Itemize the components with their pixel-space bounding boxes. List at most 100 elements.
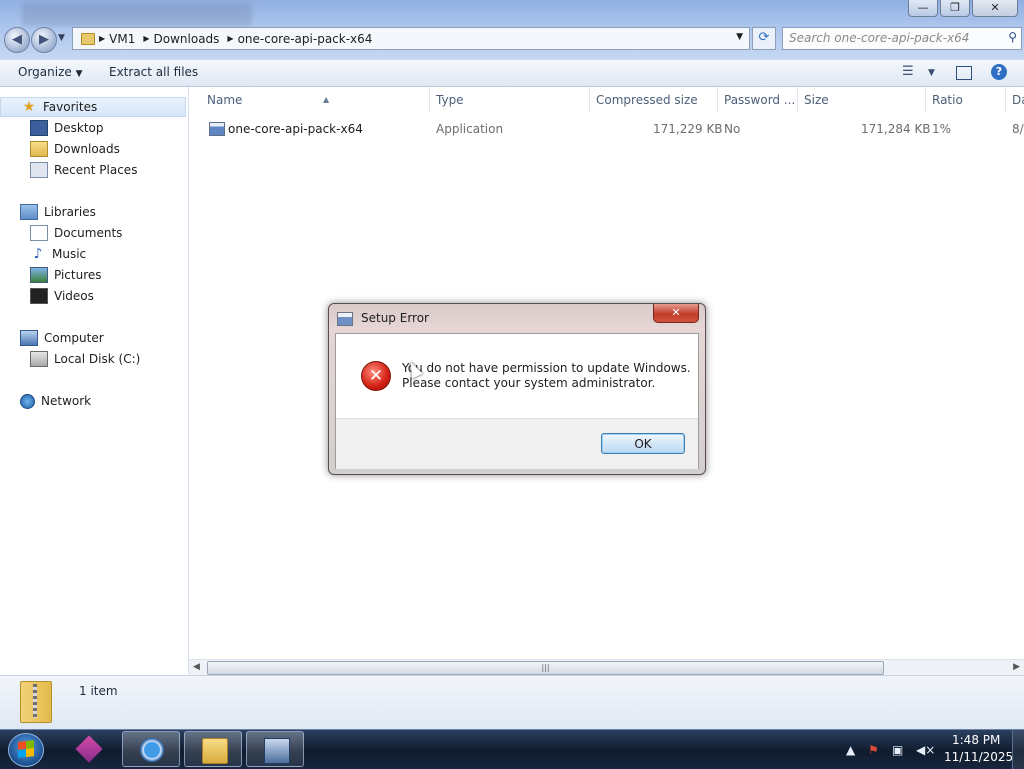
taskbar: ▲ ⚑ ▣ ◀× 1:48 PM 11/11/2025 bbox=[0, 729, 1024, 769]
view-options-dropdown-icon[interactable]: ▼ bbox=[928, 68, 935, 78]
scrollbar-thumb[interactable]: ||| bbox=[207, 661, 884, 675]
back-button[interactable]: ◀ bbox=[4, 27, 30, 53]
error-message-line-1: You do not have permission to update Win… bbox=[402, 361, 691, 375]
column-header-compressed-size[interactable]: Compressed size bbox=[590, 87, 718, 113]
nav-libraries[interactable]: Libraries bbox=[20, 202, 96, 222]
column-header-size[interactable]: Size bbox=[798, 87, 926, 113]
file-type: Application bbox=[436, 122, 504, 136]
nav-network[interactable]: Network bbox=[20, 391, 91, 411]
clock-date[interactable]: 11/11/2025 bbox=[944, 750, 1013, 764]
pictures-icon bbox=[30, 267, 48, 283]
setup-icon bbox=[264, 738, 290, 764]
file-date: 8/ bbox=[1012, 122, 1024, 136]
application-icon bbox=[337, 312, 353, 326]
taskbar-visual-studio[interactable] bbox=[60, 731, 118, 767]
horizontal-scrollbar[interactable]: ◀ ||| ▶ bbox=[189, 659, 1024, 675]
nav-label: Computer bbox=[44, 331, 104, 345]
show-hidden-icons-icon[interactable]: ▲ bbox=[846, 743, 855, 757]
taskbar-internet-explorer[interactable] bbox=[122, 731, 180, 767]
nav-downloads[interactable]: Downloads bbox=[30, 139, 120, 159]
dialog-close-button[interactable]: ✕ bbox=[653, 304, 699, 323]
nav-computer[interactable]: Computer bbox=[20, 328, 104, 348]
nav-desktop[interactable]: Desktop bbox=[30, 118, 104, 138]
error-message-line-2: Please contact your system administrator… bbox=[402, 376, 656, 390]
nav-favorites[interactable]: ★ Favorites bbox=[0, 97, 186, 117]
nav-label: Local Disk (C:) bbox=[54, 352, 141, 366]
taskbar-setup[interactable] bbox=[246, 731, 304, 767]
extract-all-button[interactable]: Extract all files bbox=[109, 65, 198, 79]
zip-folder-icon bbox=[20, 681, 52, 723]
nav-pictures[interactable]: Pictures bbox=[30, 265, 102, 285]
application-icon bbox=[209, 122, 225, 136]
address-bar[interactable]: ▶ VM1 ▶ Downloads ▶ one-core-api-pack-x6… bbox=[72, 27, 750, 50]
address-dropdown-icon[interactable]: ▼ bbox=[736, 32, 743, 42]
recent-places-icon bbox=[30, 162, 48, 178]
nav-local-disk[interactable]: Local Disk (C:) bbox=[30, 349, 140, 369]
item-count: 1 item bbox=[79, 684, 118, 698]
search-box[interactable]: ⚲ bbox=[782, 27, 1022, 50]
star-icon: ★ bbox=[22, 99, 36, 115]
column-header-type[interactable]: Type bbox=[430, 87, 590, 113]
nav-label: Videos bbox=[54, 289, 94, 303]
start-button[interactable] bbox=[8, 733, 44, 767]
preview-pane-icon[interactable] bbox=[956, 66, 972, 80]
search-icon[interactable]: ⚲ bbox=[1008, 30, 1017, 44]
column-header-date[interactable]: Da bbox=[1006, 87, 1024, 113]
dialog-button-area: OK bbox=[336, 418, 698, 469]
command-bar: Organize ▼ Extract all files ☰ ▼ ? bbox=[0, 60, 1024, 87]
breadcrumb-current-folder[interactable]: one-core-api-pack-x64 bbox=[234, 32, 381, 46]
clock-time[interactable]: 1:48 PM bbox=[952, 733, 1000, 747]
ok-button[interactable]: OK bbox=[601, 433, 685, 454]
nav-documents[interactable]: Documents bbox=[30, 223, 122, 243]
network-status-icon[interactable]: ▣ bbox=[892, 743, 903, 757]
column-header-password[interactable]: Password ... bbox=[718, 87, 798, 113]
file-size: 171,284 KB bbox=[861, 122, 931, 136]
minimize-button[interactable]: — bbox=[908, 0, 938, 17]
windows-logo-icon bbox=[18, 740, 34, 758]
nav-label: Music bbox=[52, 247, 87, 261]
breadcrumb-vm1[interactable]: VM1 bbox=[105, 32, 143, 46]
breadcrumb-downloads[interactable]: Downloads bbox=[150, 32, 228, 46]
disk-drive-icon bbox=[30, 351, 48, 367]
table-row[interactable]: one-core-api-pack-x64 Application 171,22… bbox=[189, 119, 1024, 139]
show-desktop-button[interactable] bbox=[1012, 730, 1024, 769]
file-password: No bbox=[724, 122, 741, 136]
nav-music[interactable]: ♪ Music bbox=[30, 244, 87, 264]
nav-label: Desktop bbox=[54, 121, 104, 135]
refresh-button[interactable]: ⟳ bbox=[752, 27, 776, 50]
column-header-name[interactable]: Name ▲ bbox=[201, 87, 430, 113]
organize-button[interactable]: Organize ▼ bbox=[18, 65, 83, 79]
search-input[interactable] bbox=[783, 28, 994, 47]
window-title-blurred bbox=[22, 4, 252, 26]
error-icon: ✕ bbox=[361, 361, 391, 391]
column-header-ratio[interactable]: Ratio bbox=[926, 87, 1006, 113]
forward-button[interactable]: ▶ bbox=[31, 27, 57, 53]
recent-pages-dropdown-icon[interactable]: ▼ bbox=[58, 33, 65, 43]
scroll-left-icon[interactable]: ◀ bbox=[193, 662, 200, 672]
nav-label: Network bbox=[41, 394, 92, 408]
organize-label: Organize bbox=[18, 65, 72, 79]
libraries-icon bbox=[20, 204, 38, 220]
help-icon[interactable]: ? bbox=[991, 64, 1007, 80]
nav-videos[interactable]: Videos bbox=[30, 286, 94, 306]
nav-recent-places[interactable]: Recent Places bbox=[30, 160, 137, 180]
nav-label: Downloads bbox=[54, 142, 120, 156]
music-icon: ♪ bbox=[33, 246, 43, 262]
window-controls: — ❐ ✕ bbox=[906, 0, 1018, 17]
file-name[interactable]: one-core-api-pack-x64 bbox=[228, 122, 363, 136]
downloads-folder-icon bbox=[30, 141, 48, 157]
documents-icon bbox=[30, 225, 48, 241]
scroll-right-icon[interactable]: ▶ bbox=[1013, 662, 1020, 672]
desktop-icon bbox=[30, 120, 48, 136]
file-ratio: 1% bbox=[932, 122, 952, 136]
explorer-titlebar: — ❐ ✕ ◀ ▶ ▼ ▶ VM1 ▶ Downloads ▶ one-core… bbox=[0, 0, 1024, 61]
visual-studio-icon bbox=[75, 735, 103, 763]
close-window-button[interactable]: ✕ bbox=[972, 0, 1018, 17]
network-icon bbox=[20, 393, 35, 409]
volume-muted-icon[interactable]: ◀× bbox=[916, 743, 935, 757]
taskbar-windows-explorer[interactable] bbox=[184, 731, 242, 767]
action-center-icon[interactable]: ⚑ bbox=[868, 743, 879, 757]
maximize-button[interactable]: ❐ bbox=[940, 0, 970, 17]
file-compressed-size: 171,229 KB bbox=[653, 122, 723, 136]
change-view-icon[interactable]: ☰ bbox=[902, 64, 914, 79]
